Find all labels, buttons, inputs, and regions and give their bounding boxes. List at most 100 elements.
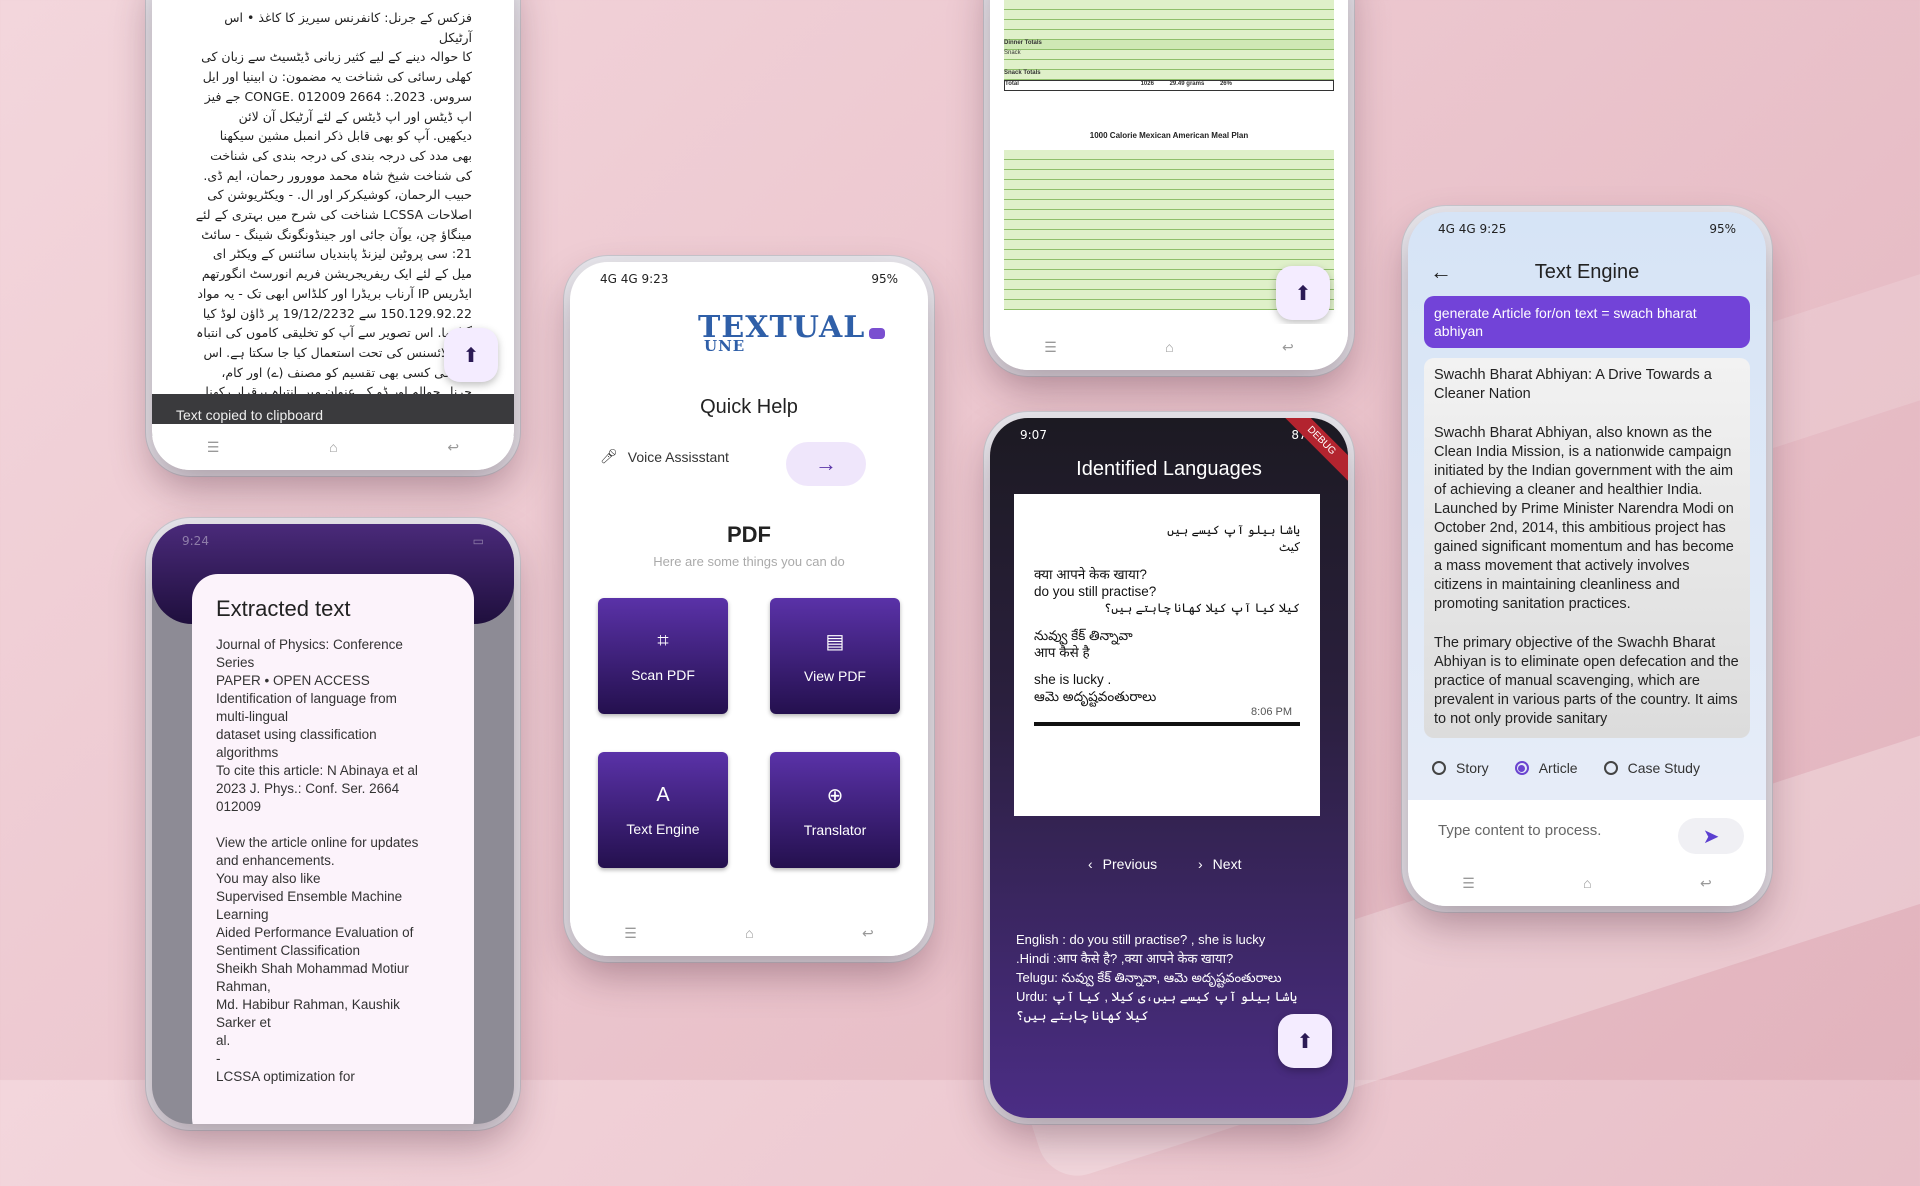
user-prompt-bubble: generate Article for/on text = swach bha… [1424,296,1750,348]
page-title: Quick Help [700,396,798,418]
image-text-line: کیلا کیا آپ کیلا کھانا چاہتے ہیں؟ [1104,601,1300,615]
article-paragraph: The primary objective of the Swachh Bhar… [1434,635,1739,727]
app-logo: TEXTUAL UNE [698,310,886,355]
chat-bubble-icon [869,328,886,339]
article-paragraph: Swachh Bharat Abhiyan, also known as the… [1434,425,1734,612]
urdu-line: گیا تھا. اس تصویر سے آپ کو تخلیقی کاموں … [196,325,472,341]
radio-indicator [1432,761,1446,775]
voice-assistant-label: Voice Assisstant [627,448,729,465]
image-text: یاشا بیلو آپ کیسے ہیں کیٹ क्या आपने केक खा… [1034,522,1300,726]
next-button[interactable]: › Next [1198,856,1241,872]
menu-icon[interactable]: ☰ [624,925,637,942]
mode-selector: Story Article Case Study [1432,760,1746,776]
urdu-line: کام کی کسی بھی تقسیم کو مصنف (ے) اور کام… [221,364,472,380]
urdu-line: 3.0 لائسنس کی تحت استعمال کیا جا سکتا ہے… [203,344,472,360]
section-subtitle: Here are some things you can do [653,554,845,569]
document-heading: 1000 Calorie Mexican American Meal Plan [1089,131,1249,140]
pdf-icon: ▤ [825,630,845,653]
radio-case-study[interactable]: Case Study [1603,760,1700,776]
tile-label: View PDF [804,667,866,684]
upload-button[interactable]: ⬆ [1276,266,1330,320]
urdu-line: کی شناخت شیخ شاہ محمد موورور رحمان، ایم … [203,167,472,183]
phone-extracted-text: 9:24 ▭ Extracted text Journal of Physics:… [152,524,514,1124]
image-text-line: నువ్వు కేక్ తిన్నావా [1034,628,1133,643]
status-time: 4G 4G 9:25 [1438,222,1507,236]
text-icon: A [656,783,670,806]
urdu-line: اصلاحات LCSSA شناخت کی شرح میں بہتری کے … [195,207,472,223]
status-time: 9:07 [1020,428,1047,442]
image-text-line: کیٹ [1278,540,1300,554]
voice-assistant-row[interactable]: 🎤︎ Voice Assisstant [600,448,729,465]
urdu-line: سروس. 2023.: CONGE. 012009 2664 جے فیز [204,88,472,104]
next-label: Next [1212,856,1242,872]
microphone-icon: 🎤︎ [600,448,618,464]
send-button[interactable]: ➤ [1678,818,1744,854]
back-icon[interactable]: ↩ [447,439,459,456]
menu-icon[interactable]: ☰ [1044,339,1057,356]
row-label: Dinner Totals [1004,40,1042,46]
radio-article[interactable]: Article [1514,760,1578,776]
urdu-line: میل کے لئے ایک ریفریجریشن فریم انورسٹ ان… [201,266,472,282]
system-nav-bar: ☰ ⌂ ↩ [152,424,514,470]
input-image: یاشا بیلو آپ کیسے ہیں کیٹ क्या आपने केक खा… [1014,494,1320,816]
phone-urdu-translation: فزکس کے جرنل: کانفرنس سیریز کا کاغذ • اس… [152,0,514,470]
back-arrow-icon[interactable]: ← [1430,259,1452,285]
previous-button[interactable]: ‹ Previous [1088,856,1157,872]
home-icon[interactable]: ⌂ [1165,339,1173,355]
status-battery: 95% [1709,222,1736,236]
send-icon: ➤ [1702,825,1720,848]
scan-pdf-button[interactable]: ⌗ Scan PDF [598,598,728,714]
image-text-line: do you still practise? [1034,584,1157,599]
scan-icon: ⌗ [657,629,669,652]
phone-pdf-viewer: Dinner Totals Snack Snack Totals Total 1… [990,0,1348,370]
status-time: 4G 4G 9:23 [600,272,669,286]
language-result-line: Urdu: یاشا بیلو آپ کیسے ہیں،ی کیلا , کیا… [1016,989,1298,1023]
translator-button[interactable]: ⊕ Translator [770,752,900,868]
voice-go-button[interactable]: → [786,442,866,486]
radio-label: Article [1538,760,1578,776]
urdu-line: مینگاؤ چن، یوآن جائی اور جینڈونگونگ شینگ… [201,226,472,242]
view-pdf-button[interactable]: ▤ View PDF [770,598,900,714]
total-fat: 29.49 grams [1169,81,1205,87]
article-title: Swachh Bharat Abhiyan: A Drive Towards a… [1434,367,1712,402]
home-icon[interactable]: ⌂ [1583,875,1591,891]
status-time: 9:24 [182,534,209,548]
total-calories: 1026 [1140,81,1154,87]
urdu-line: اپ ڈیٹس اور اپ ڈیٹس کے لئے آرٹیکل آن لائ… [238,108,472,124]
urdu-line: 150.129.92.22 سے 19/12/2232 پر ڈاؤن لوڈ … [202,305,472,321]
urdu-line: حبیب الرحمان، کوشیکرکر اور ال. - ویکٹریو… [207,187,472,203]
system-nav-bar: ☰ ⌂ ↩ [990,324,1348,370]
system-nav-bar: ☰ ⌂ ↩ [570,910,928,956]
upload-button[interactable]: ⬆ [1278,1014,1332,1068]
toast-text: Text copied to clipboard [176,407,324,423]
home-icon[interactable]: ⌂ [329,439,337,455]
urdu-line: دیکھیں. آپ کو بھی قابل ذکر انمبل مشین سی… [219,128,472,144]
upload-button[interactable]: ⬆ [444,328,498,382]
phone-identified-languages: 9:07 87% DEBUG Identified Languages یاشا… [990,418,1348,1118]
chevron-left-icon: ‹ [1088,856,1093,872]
back-icon[interactable]: ↩ [1282,339,1294,356]
back-icon[interactable]: ↩ [1700,875,1712,892]
image-timestamp: 8:06 PM [1251,706,1292,718]
menu-icon[interactable]: ☰ [207,439,220,456]
extracted-text-card: Extracted text Journal of Physics: Confe… [192,574,474,1124]
urdu-line: کھلی رسائی کی شناخت یہ مضمون: ن ابینیا ا… [202,69,472,85]
generated-article: Swachh Bharat Abhiyan: A Drive Towards a… [1424,358,1750,738]
upload-icon: ⬆ [462,344,480,367]
home-icon[interactable]: ⌂ [745,925,753,941]
image-text-line: she is lucky . [1034,672,1112,687]
total-percent: 26% [1219,81,1232,87]
app-bar: ← Text Engine [1408,252,1766,292]
menu-icon[interactable]: ☰ [1462,875,1475,892]
radio-indicator [1603,761,1618,775]
arrow-right-icon: → [815,451,837,476]
radio-story[interactable]: Story [1432,760,1489,776]
text-engine-button[interactable]: A Text Engine [598,752,728,868]
tile-label: Text Engine [626,820,700,837]
battery-icon: ▭ [472,534,484,548]
urdu-line: ایڈریس IP آرناب بریڈرا اور کلڈاس ابھی تک… [197,285,472,301]
back-icon[interactable]: ↩ [862,925,874,942]
urdu-line: کا حوالہ دینے کے لیے کثیر زبانی ڈیٹسیٹ س… [201,49,472,65]
radio-label: Case Study [1627,760,1700,776]
content-input[interactable]: Type content to process. [1438,822,1601,839]
